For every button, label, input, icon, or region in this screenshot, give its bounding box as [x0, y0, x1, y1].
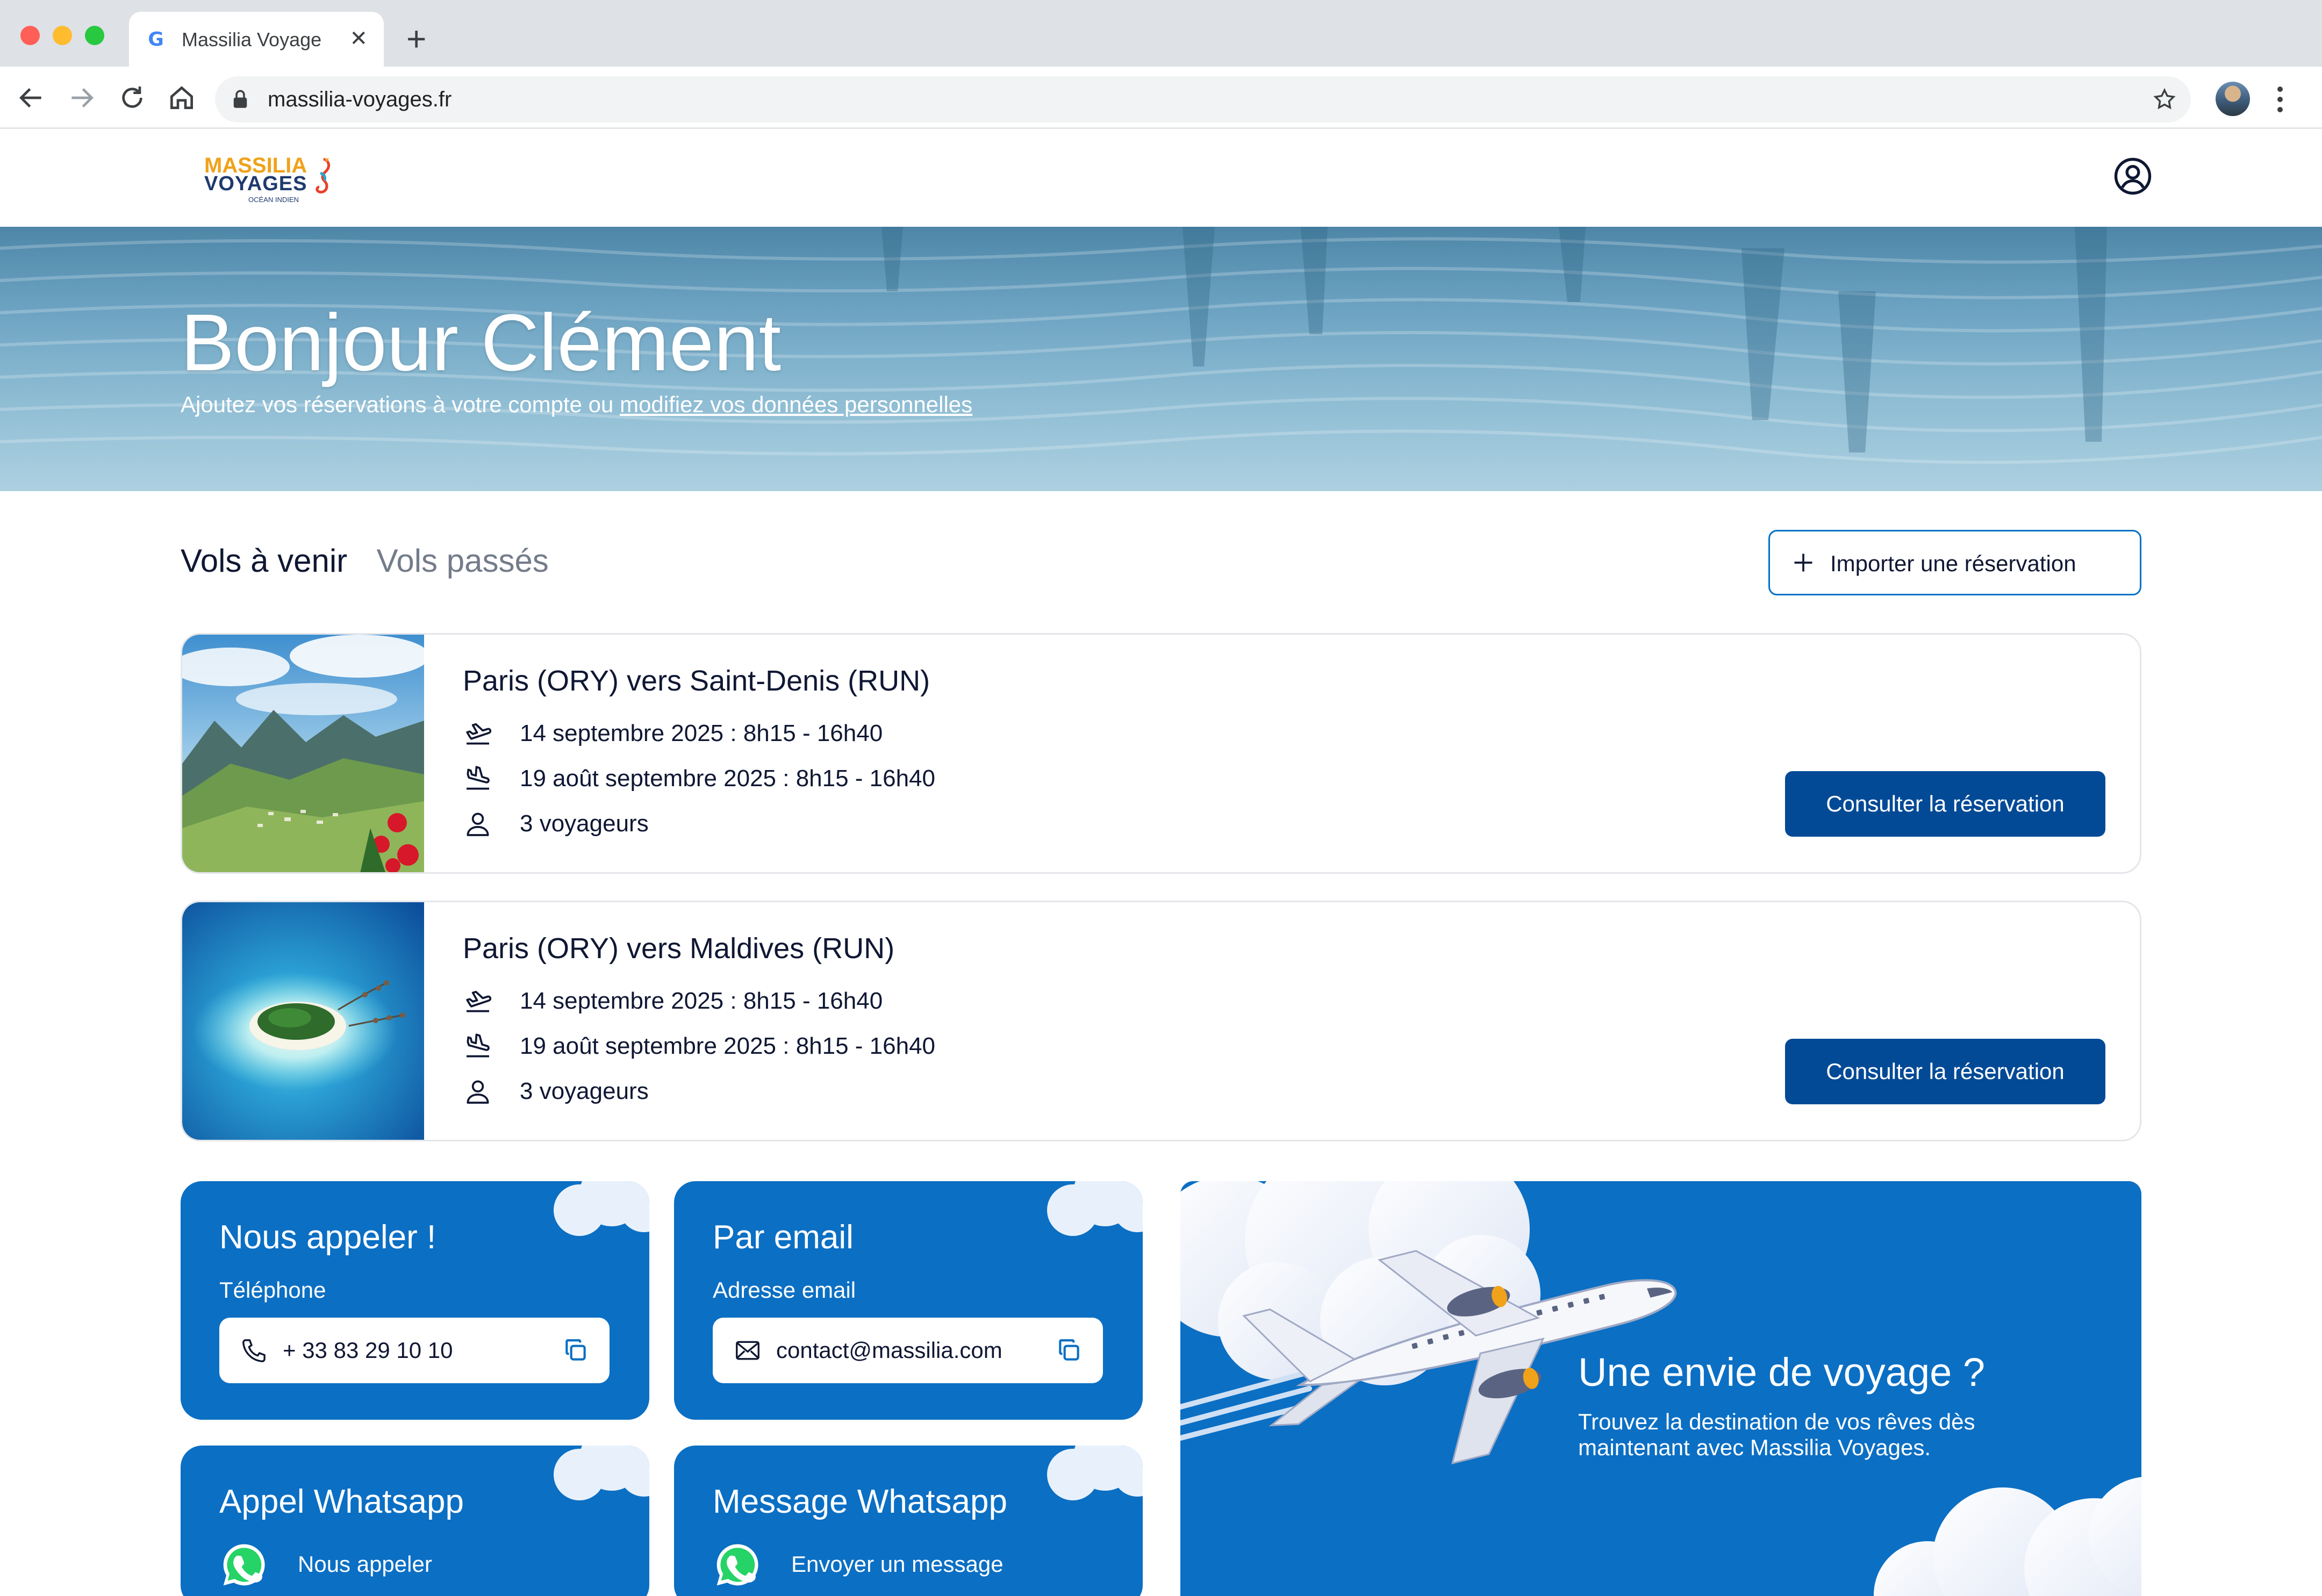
window-maximize-button[interactable] [85, 26, 104, 45]
phone-number-field[interactable]: + 33 83 29 10 10 [219, 1318, 610, 1383]
logo-text-ocean: OCÉAN INDIEN [248, 196, 299, 204]
contact-phone-label: Téléphone [219, 1277, 326, 1303]
reload-icon[interactable] [117, 83, 147, 113]
contact-email-label: Adresse email [713, 1277, 856, 1303]
cloud-decoration [1047, 1446, 1143, 1500]
browser-tab-active[interactable]: G Massilia Voyage ✕ [129, 12, 384, 67]
booking-return-text: 19 août septembre 2025 : 8h15 - 16h40 [520, 1033, 936, 1059]
contact-card-whatsapp-message[interactable]: Message Whatsapp Envoyer un message [674, 1446, 1143, 1596]
whatsapp-icon [223, 1544, 265, 1586]
cloud-decoration [554, 1446, 649, 1500]
email-address-value: contact@massilia.com [776, 1338, 1002, 1363]
home-icon[interactable] [167, 83, 197, 113]
contact-card-phone: Nous appeler ! Téléphone + 33 83 29 10 1… [181, 1181, 649, 1420]
lock-icon [233, 90, 247, 108]
tab-title: Massilia Voyage [182, 28, 322, 51]
new-tab-button[interactable]: + [406, 21, 426, 56]
person-icon [467, 1080, 489, 1104]
copy-icon[interactable] [562, 1337, 589, 1364]
import-booking-label: Importer une réservation [1830, 551, 2076, 576]
booking-departure-text: 14 septembre 2025 : 8h15 - 16h40 [520, 988, 883, 1014]
view-booking-label: Consulter la réservation [1826, 1059, 2065, 1084]
window-close-button[interactable] [20, 26, 40, 45]
booking-travellers-text: 3 voyageurs [520, 1078, 649, 1104]
seahorse-logo-icon [316, 157, 331, 194]
contact-email-title: Par email [713, 1219, 854, 1256]
email-address-field[interactable]: contact@massilia.com [713, 1318, 1103, 1383]
google-favicon-icon: G [148, 28, 164, 51]
booking-route-title: Paris (ORY) vers Maldives (RUN) [463, 932, 895, 965]
plus-icon [1794, 553, 1812, 572]
person-icon [467, 813, 489, 836]
user-account-icon[interactable] [2113, 157, 2152, 196]
view-booking-button[interactable]: Consulter la réservation [1785, 1039, 2105, 1104]
site-header: MASSILIA VOYAGES OCÉAN INDIEN [0, 129, 2322, 227]
contact-card-email: Par email Adresse email contact@massilia… [674, 1181, 1143, 1420]
phone-number-value: + 33 83 29 10 10 [283, 1338, 453, 1363]
travel-promo-card[interactable]: Une envie de voyage ? Trouvez la destina… [1180, 1181, 2141, 1596]
cloud-decoration [554, 1181, 649, 1236]
reunion-island-photo [182, 635, 424, 872]
view-booking-button[interactable]: Consulter la réservation [1785, 771, 2105, 837]
phone-icon [242, 1339, 266, 1362]
edit-personal-data-link[interactable]: modifiez vos données personnelles [620, 392, 972, 417]
hero-greeting: Bonjour Clément [181, 297, 782, 387]
whatsapp-call-title: Appel Whatsapp [219, 1483, 464, 1520]
url-text: massilia-voyages.fr [268, 88, 452, 111]
booking-route-title: Paris (ORY) vers Saint-Denis (RUN) [463, 665, 930, 697]
tab-upcoming-flights[interactable]: Vols à venir [181, 540, 347, 583]
star-icon[interactable] [2152, 87, 2177, 112]
plane-arrival-icon [467, 766, 490, 790]
whatsapp-message-title: Message Whatsapp [713, 1483, 1007, 1520]
address-bar[interactable]: massilia-voyages.fr [215, 76, 2191, 123]
view-booking-label: Consulter la réservation [1826, 791, 2065, 816]
plane-departure-icon [466, 723, 492, 745]
hero-subtitle: Ajoutez vos réservations à votre compte … [181, 391, 972, 418]
booking-return-text: 19 août septembre 2025 : 8h15 - 16h40 [520, 765, 936, 792]
import-booking-button[interactable]: Importer une réservation [1768, 530, 2141, 595]
cloud-decoration [1047, 1181, 1143, 1236]
back-icon[interactable] [16, 83, 46, 113]
plane-arrival-icon [467, 1033, 490, 1058]
browser-toolbar: massilia-voyages.fr [0, 67, 2322, 129]
window-minimize-button[interactable] [53, 26, 72, 45]
tab-close-icon[interactable]: ✕ [349, 27, 368, 51]
tab-past-flights[interactable]: Vols passés [377, 540, 549, 583]
booking-card: Paris (ORY) vers Saint-Denis (RUN) 14 se… [181, 633, 2141, 874]
profile-avatar[interactable] [2216, 82, 2250, 116]
massilia-logo[interactable]: MASSILIA VOYAGES OCÉAN INDIEN [204, 155, 333, 209]
whatsapp-call-label: Nous appeler [298, 1551, 432, 1577]
contact-phone-title: Nous appeler ! [219, 1219, 436, 1256]
booking-travellers-text: 3 voyageurs [520, 810, 649, 837]
plane-departure-icon [466, 990, 492, 1012]
hero-subtitle-text: Ajoutez vos réservations à votre compte … [181, 392, 620, 417]
flights-tabs: Vols à venir Vols passés [181, 540, 576, 583]
hero-banner: Bonjour Clément Ajoutez vos réservations… [0, 227, 2322, 491]
logo-text-voyages: VOYAGES [204, 172, 307, 195]
maldives-island-photo [182, 902, 424, 1140]
booking-departure-text: 14 septembre 2025 : 8h15 - 16h40 [520, 720, 883, 746]
browser-tab-bar: G Massilia Voyage ✕ + [0, 0, 2322, 67]
promo-title: Une envie de voyage ? [1578, 1350, 1985, 1394]
mail-icon [736, 1341, 759, 1360]
booking-card: Paris (ORY) vers Maldives (RUN) 14 septe… [181, 901, 2141, 1141]
whatsapp-icon [716, 1544, 758, 1586]
forward-icon[interactable] [67, 83, 97, 113]
promo-text: Trouvez la destination de vos rêves dès … [1578, 1409, 1975, 1460]
copy-icon[interactable] [1056, 1337, 1083, 1364]
whatsapp-message-label: Envoyer un message [791, 1551, 1004, 1577]
contact-card-whatsapp-call[interactable]: Appel Whatsapp Nous appeler [181, 1446, 649, 1596]
more-menu-icon[interactable] [2277, 86, 2283, 113]
